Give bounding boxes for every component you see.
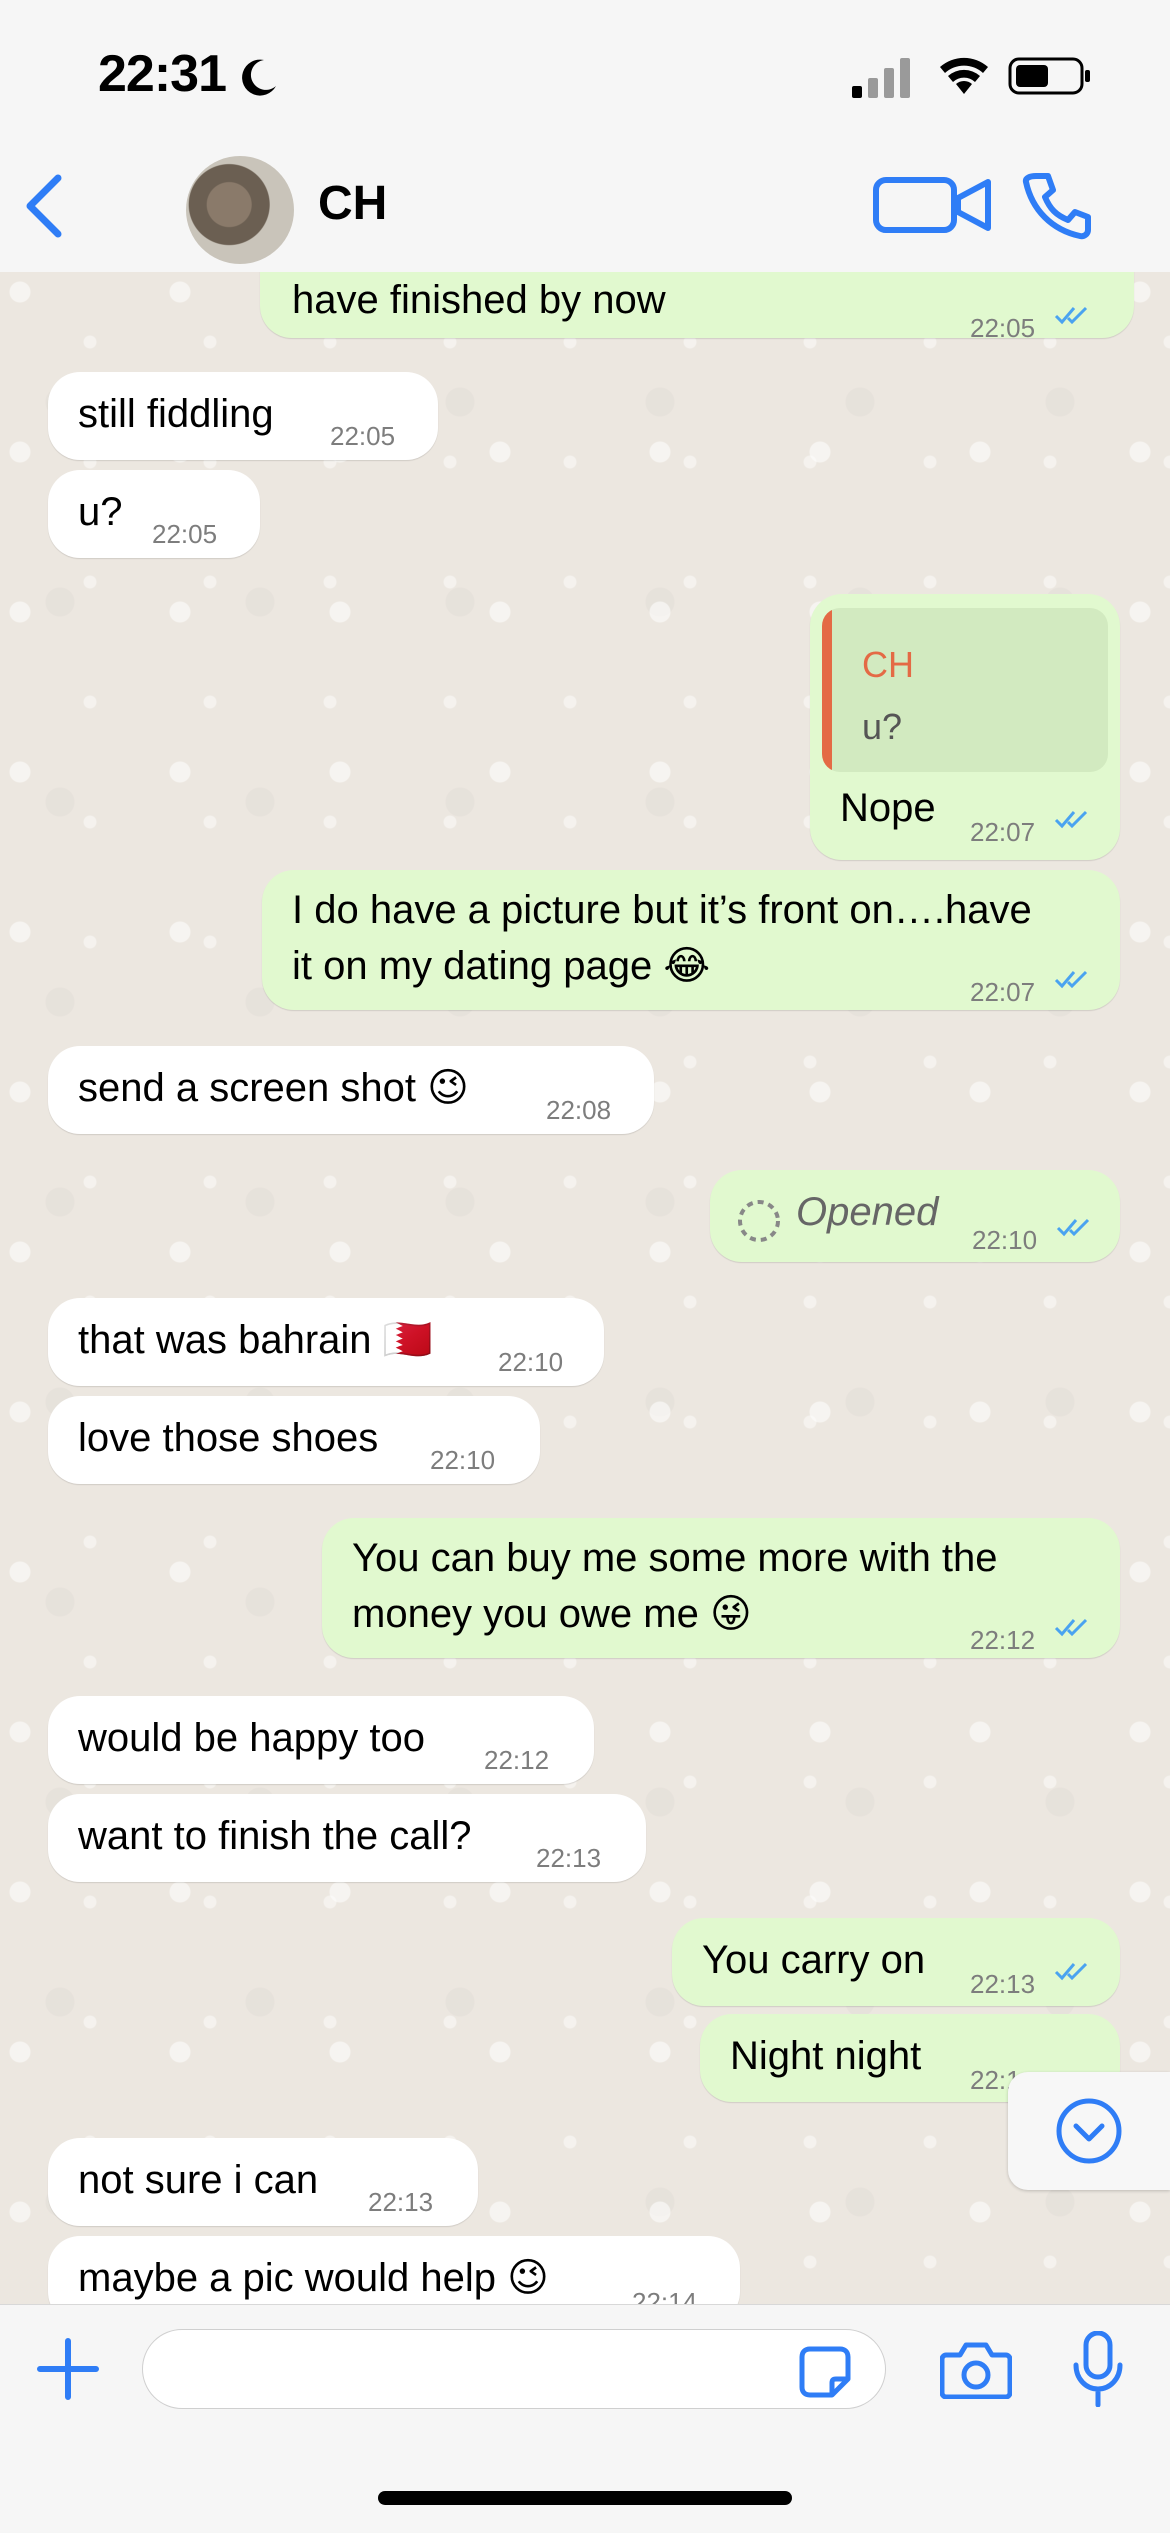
quote-text: u?	[862, 706, 903, 747]
plus-icon[interactable]	[36, 2337, 100, 2401]
message-composer	[0, 2304, 1170, 2533]
message-time: 22:13	[368, 2187, 434, 2217]
moon-icon	[242, 59, 276, 96]
message-bubble-incoming[interactable]: send a screen shot 😉 22:08	[48, 1046, 654, 1134]
message-text-line: I do have a picture but it’s front on….h…	[292, 888, 1032, 932]
view-once-label: Opened	[796, 1190, 939, 1234]
chevron-down-icon	[1056, 2098, 1122, 2164]
message-time: 22:13	[536, 1843, 602, 1873]
message-time: 22:05	[970, 313, 1036, 343]
message-time: 22:10	[972, 1225, 1038, 1255]
quoted-message[interactable]: CH u?	[822, 608, 1108, 772]
microphone-icon[interactable]	[1072, 2331, 1124, 2407]
message-text: that was bahrain 🇧🇭	[78, 1318, 433, 1362]
message-bubble-incoming[interactable]: want to finish the call? 22:13	[48, 1794, 646, 1882]
message-time: 22:13	[970, 1969, 1036, 1999]
message-text: love those shoes	[78, 1416, 379, 1460]
view-once-bubble[interactable]: Opened 22:10	[710, 1170, 1120, 1262]
contact-avatar[interactable]	[186, 156, 294, 264]
back-icon[interactable]	[22, 172, 66, 240]
message-text-line: money you owe me 😜	[352, 1592, 752, 1636]
message-time: 22:08	[546, 1095, 612, 1125]
message-bubble-outgoing[interactable]: CH u? Nope 22:07	[810, 594, 1120, 860]
message-time: 22:12	[484, 1745, 550, 1775]
message-bubble-incoming[interactable]: that was bahrain 🇧🇭 22:10	[48, 1298, 604, 1386]
read-receipt-icon	[1056, 1218, 1090, 1237]
message-text: still fiddling	[78, 392, 274, 436]
camera-icon[interactable]	[940, 2341, 1012, 2399]
message-time: 22:07	[970, 817, 1036, 847]
message-text: maybe a pic would help 😉	[78, 2256, 549, 2300]
message-bubble-incoming[interactable]: still fiddling 22:05	[48, 372, 438, 460]
message-bubble-incoming[interactable]: u? 22:05	[48, 470, 260, 558]
message-time: 22:07	[970, 977, 1036, 1007]
message-text: have finished by now	[292, 278, 666, 322]
message-time: 22:12	[970, 1625, 1036, 1655]
read-receipt-icon	[1054, 1962, 1088, 1981]
scroll-to-bottom-button[interactable]	[1008, 2072, 1170, 2190]
message-text: Nope	[840, 786, 936, 830]
message-text: send a screen shot 😉	[78, 1066, 469, 1110]
navigation-header: 22:31 CH	[0, 0, 1170, 273]
quote-accent-bar	[822, 608, 832, 772]
message-text-line: You can buy me some more with the	[352, 1536, 998, 1580]
message-text: not sure i can	[78, 2158, 319, 2202]
chat-area[interactable]: have finished by now 22:05 still fiddlin…	[0, 272, 1170, 2304]
message-bubble-outgoing[interactable]: I do have a picture but it’s front on….h…	[262, 870, 1120, 1010]
message-bubble-incoming[interactable]: maybe a pic would help 😉 22:14	[48, 2236, 740, 2304]
message-text: u?	[78, 490, 123, 534]
message-time: 22:05	[330, 421, 396, 451]
battery-icon	[1008, 57, 1090, 95]
signal-icon	[852, 58, 910, 98]
message-text: You carry on	[702, 1938, 926, 1982]
message-input[interactable]	[142, 2329, 886, 2409]
read-receipt-icon	[1054, 306, 1088, 325]
quote-author: CH	[862, 644, 914, 685]
message-text: want to finish the call?	[78, 1814, 472, 1858]
message-bubble-incoming[interactable]: love those shoes 22:10	[48, 1396, 540, 1484]
view-once-opened-icon	[738, 1200, 780, 1242]
message-time: 22:14	[632, 2287, 698, 2304]
message-bubble-outgoing[interactable]: You carry on 22:13	[672, 1918, 1120, 2006]
message-time: 22:05	[152, 519, 218, 549]
message-time: 22:10	[430, 1445, 496, 1475]
sticker-icon[interactable]	[798, 2345, 852, 2399]
read-receipt-icon	[1054, 810, 1088, 829]
message-text: Night night	[730, 2034, 922, 2078]
contact-name[interactable]: CH	[318, 176, 387, 231]
read-receipt-icon	[1054, 970, 1088, 989]
video-call-icon[interactable]	[872, 174, 994, 236]
message-bubble-incoming[interactable]: not sure i can 22:13	[48, 2138, 478, 2226]
message-bubble-outgoing[interactable]: You can buy me some more with the money …	[322, 1518, 1120, 1658]
message-bubble-outgoing[interactable]: have finished by now 22:05	[260, 272, 1134, 343]
status-time: 22:31	[98, 45, 227, 103]
read-receipt-icon	[1054, 1618, 1088, 1637]
message-time: 22:10	[498, 1347, 564, 1377]
message-bubble-incoming[interactable]: would be happy too 22:12	[48, 1696, 594, 1784]
home-indicator[interactable]	[378, 2491, 792, 2505]
message-text-line: it on my dating page 😂	[292, 944, 711, 988]
phone-icon[interactable]	[1022, 170, 1092, 240]
message-text: would be happy too	[78, 1716, 425, 1760]
wifi-icon	[940, 57, 988, 94]
